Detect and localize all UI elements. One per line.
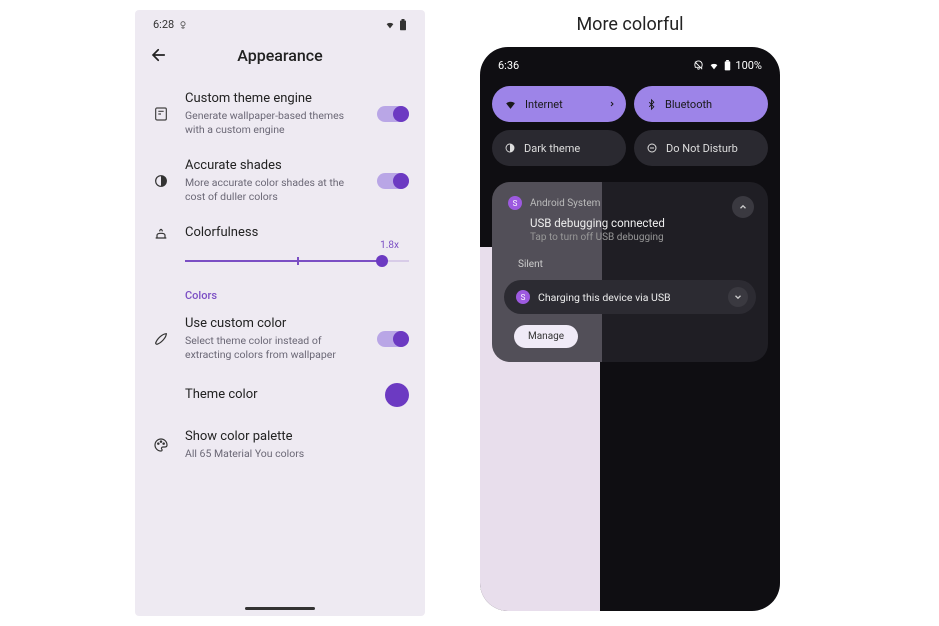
setting-theme-color[interactable]: Theme color: [135, 373, 425, 419]
setting-title: Accurate shades: [185, 158, 363, 175]
manage-button[interactable]: Manage: [514, 325, 578, 348]
app-badge-icon: S: [516, 290, 530, 304]
toggle-use-custom-color[interactable]: [377, 331, 409, 347]
right-panel: More colorful 6:36 100%: [460, 0, 800, 626]
notification-panel: S Android System USB debugging connected…: [492, 182, 768, 362]
settings-list: Custom theme engine Generate wallpaper-b…: [135, 79, 425, 475]
setting-desc: Select theme color instead of extracting…: [185, 334, 363, 361]
status-bar: 6:36 100%: [480, 47, 780, 78]
wifi-icon: [504, 98, 517, 111]
qs-tile-dark-theme[interactable]: Dark theme: [492, 130, 626, 166]
dnd-icon: [693, 60, 704, 71]
notif-title: USB debugging connected: [508, 216, 752, 230]
notif-title: Charging this device via USB: [538, 291, 671, 304]
battery-icon: [399, 19, 407, 31]
silent-section-label: Silent: [496, 253, 764, 276]
qs-label: Internet: [525, 98, 563, 111]
setting-use-custom-color[interactable]: Use custom color Select theme color inst…: [135, 306, 425, 373]
status-time: 6:36: [498, 59, 519, 72]
setting-desc: More accurate color shades at the cost o…: [185, 176, 363, 203]
comparison-label: More colorful: [460, 0, 800, 47]
theme-color-swatch[interactable]: [385, 383, 409, 407]
card-icon: [151, 106, 171, 122]
wifi-icon: [708, 61, 720, 71]
palette-icon: [151, 437, 171, 453]
setting-title: Show color palette: [185, 429, 409, 446]
bluetooth-icon: [646, 98, 657, 111]
app-bar: Appearance: [135, 35, 425, 79]
qs-tile-internet[interactable]: Internet: [492, 86, 626, 122]
nav-handle[interactable]: [245, 607, 315, 610]
back-button[interactable]: [149, 45, 169, 65]
right-phone-screen: 6:36 100% Internet: [480, 47, 780, 611]
page-title: Appearance: [135, 46, 425, 65]
setting-title: Use custom color: [185, 316, 363, 333]
setting-desc: Generate wallpaper-based themes with a c…: [185, 109, 363, 136]
qs-tile-bluetooth[interactable]: Bluetooth: [634, 86, 768, 122]
qs-label: Bluetooth: [665, 98, 712, 111]
setting-desc: All 65 Material You colors: [185, 447, 409, 461]
notification-usb-debugging[interactable]: S Android System USB debugging connected…: [496, 186, 764, 253]
contrast-icon: [151, 173, 171, 189]
setting-show-color-palette[interactable]: Show color palette All 65 Material You c…: [135, 419, 425, 473]
alarm-icon: [178, 20, 188, 30]
toggle-custom-theme[interactable]: [377, 106, 409, 122]
manage-label: Manage: [528, 331, 564, 342]
qs-label: Dark theme: [524, 142, 580, 155]
notif-app-name: Android System: [530, 198, 600, 209]
collapse-button[interactable]: [732, 196, 754, 218]
battery-icon: [724, 60, 731, 71]
setting-title: Colorfulness: [185, 225, 409, 242]
status-bar: 6:28: [135, 10, 425, 35]
notification-charging[interactable]: S Charging this device via USB: [504, 280, 756, 314]
section-header-colors: Colors: [135, 277, 425, 306]
battery-percent: 100%: [735, 59, 762, 72]
left-phone-screen: 6:28 Appearance Custom theme engine: [135, 10, 425, 616]
status-time: 6:28: [153, 18, 174, 31]
app-badge-icon: S: [508, 196, 522, 210]
setting-custom-theme-engine[interactable]: Custom theme engine Generate wallpaper-b…: [135, 81, 425, 148]
setting-accurate-shades[interactable]: Accurate shades More accurate color shad…: [135, 148, 425, 215]
brush-icon: [151, 331, 171, 347]
toggle-accurate-shades[interactable]: [377, 173, 409, 189]
setting-title: Custom theme engine: [185, 91, 363, 108]
colorfulness-slider[interactable]: 1.8x: [135, 240, 425, 277]
qs-label: Do Not Disturb: [666, 142, 738, 155]
expand-button[interactable]: [728, 287, 748, 307]
setting-title: Theme color: [185, 387, 371, 404]
cake-icon: [151, 226, 171, 242]
chevron-right-icon: [608, 100, 616, 108]
quick-settings-tiles: Internet Bluetooth Dark theme: [480, 78, 780, 174]
notif-subtitle: Tap to turn off USB debugging: [508, 232, 752, 243]
contrast-icon: [504, 142, 516, 154]
dnd-icon: [646, 142, 658, 154]
wifi-icon: [384, 20, 396, 30]
qs-tile-do-not-disturb[interactable]: Do Not Disturb: [634, 130, 768, 166]
